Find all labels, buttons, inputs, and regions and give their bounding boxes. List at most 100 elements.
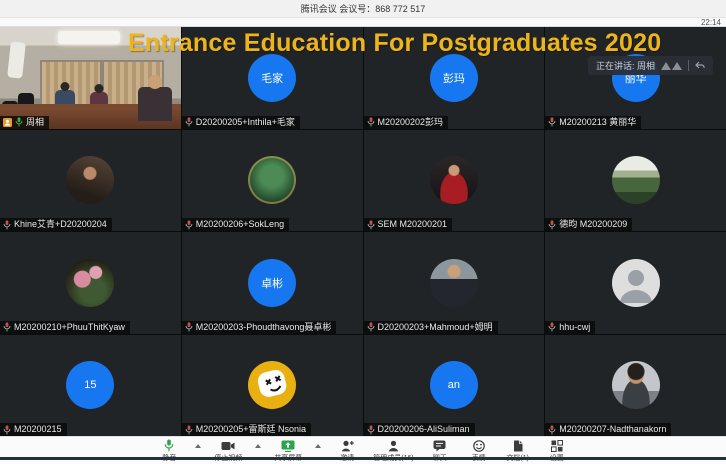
muted-mic-icon — [185, 322, 193, 332]
participant-tile[interactable]: an D20200206-AliSuliman — [364, 335, 545, 437]
status-strip: 22:14 — [0, 18, 726, 27]
participant-nameplate: D20200205+Inthila+毛家 — [182, 116, 300, 129]
muted-mic-icon — [367, 425, 375, 435]
active-speaker-toast: 正在讲话: 周相 — [588, 56, 713, 75]
muted-mic-icon — [367, 220, 375, 230]
ceiling-lamp — [58, 31, 120, 44]
participant-tile[interactable]: SEM M20200201 — [364, 130, 545, 232]
participant-name: M20200205+雷斯廷 Nsonia — [196, 424, 306, 435]
muted-mic-icon — [548, 322, 556, 332]
participant-nameplate: M20200210+PhuuThitKyaw — [0, 321, 130, 334]
members-icon — [388, 439, 399, 452]
participant-nameplate: M20200206+SokLeng — [182, 218, 289, 231]
participant-name: hhu-cwj — [559, 322, 590, 333]
participant-tile[interactable]: hhu-cwj — [545, 232, 726, 334]
muted-mic-icon — [548, 220, 556, 230]
participant-nameplate: M20200213 黄丽华 — [545, 116, 641, 129]
participant-nameplate: M20200203-Phoudthavong聂卓彬 — [182, 321, 337, 334]
participant-tile[interactable]: 15 M20200215 — [0, 335, 181, 437]
toast-divider — [688, 60, 689, 71]
emoji-icon — [473, 439, 485, 452]
participant-name: M20200215 — [14, 424, 62, 435]
window-titlebar[interactable]: 腾讯会议 会议号：868 772 517 — [0, 0, 726, 18]
muted-mic-icon — [367, 322, 375, 332]
muted-mic-icon — [185, 220, 193, 230]
speaker-peaks-icon — [661, 62, 682, 70]
participant-tile[interactable]: 卓彬 M20200203-Phoudthavong聂卓彬 — [182, 232, 363, 334]
avatar-initials: 毛家 — [248, 54, 296, 102]
share-screen-icon — [281, 439, 295, 452]
participant-name: D20200205+Inthila+毛家 — [196, 117, 295, 128]
participant-name: 周相 — [26, 117, 44, 128]
participant-name: Khine艾青+D20200204 — [14, 219, 107, 230]
participant-nameplate: D20200206-AliSuliman — [364, 423, 475, 436]
clock: 22:14 — [701, 18, 721, 27]
participant-name: M20200207-Nadthanakorn — [559, 424, 666, 435]
participant-tile[interactable]: M20200207-Nadthanakorn — [545, 335, 726, 437]
window-bottom-edge — [0, 457, 726, 460]
active-speaker-label: 正在讲话: 周相 — [596, 59, 655, 72]
muted-mic-icon — [548, 117, 556, 127]
mic-on-icon — [15, 117, 23, 127]
participant-tile[interactable]: 德昀 M20200209 — [545, 130, 726, 232]
video-options-caret[interactable] — [255, 444, 261, 448]
participant-grid: 周相 毛家 D20200205+Inthila+毛家 彭玛 M20200202彭… — [0, 27, 726, 436]
reply-arrow-icon[interactable] — [695, 61, 705, 70]
avatar-photo — [248, 156, 296, 204]
avatar-photo — [612, 361, 660, 409]
participant-nameplate: M20200202彭玛 — [364, 116, 449, 129]
meeting-window: 腾讯会议 会议号：868 772 517 22:14 Entrance Educ… — [0, 0, 726, 464]
participant-name: M20200206+SokLeng — [196, 219, 284, 230]
settings-grid-icon — [551, 439, 563, 452]
invite-person-icon — [341, 439, 354, 452]
participant-tile[interactable]: M20200210+PhuuThitKyaw — [0, 232, 181, 334]
muted-mic-icon — [3, 425, 11, 435]
participant-tile[interactable]: M20200205+雷斯廷 Nsonia — [182, 335, 363, 437]
chat-bubble-icon — [433, 439, 446, 452]
muted-mic-icon — [548, 425, 556, 435]
muted-mic-icon — [3, 322, 11, 332]
muted-mic-icon — [367, 117, 375, 127]
share-options-caret[interactable] — [315, 444, 321, 448]
document-icon — [513, 439, 523, 452]
muted-mic-icon — [185, 425, 193, 435]
participant-tile[interactable]: D20200203+Mahmoud+姆明 — [364, 232, 545, 334]
avatar-photo — [66, 156, 114, 204]
muted-mic-icon — [3, 220, 11, 230]
participant-name: M20200202彭玛 — [378, 117, 444, 128]
participant-name: D20200206-AliSuliman — [378, 424, 470, 435]
participant-nameplate: M20200207-Nadthanakorn — [545, 423, 671, 436]
person-silhouette — [138, 87, 172, 121]
air-conditioner — [7, 41, 26, 78]
participant-nameplate: M20200205+雷斯廷 Nsonia — [182, 423, 311, 436]
avatar-initials: 卓彬 — [248, 259, 296, 307]
participant-nameplate: 德昀 M20200209 — [545, 218, 632, 231]
avatar-photo — [430, 259, 478, 307]
avatar-silhouette — [612, 259, 660, 307]
participant-name: D20200203+Mahmoud+姆明 — [378, 322, 493, 333]
participant-tile[interactable]: Khine艾青+D20200204 — [0, 130, 181, 232]
avatar-photo — [430, 156, 478, 204]
participant-name: SEM M20200201 — [378, 219, 448, 230]
camera-icon — [221, 439, 235, 452]
avatar-initials: an — [430, 361, 478, 409]
participant-nameplate: D20200203+Mahmoud+姆明 — [364, 321, 498, 334]
avatar-photo — [66, 259, 114, 307]
muted-mic-icon — [185, 117, 193, 127]
participant-nameplate: M20200215 — [0, 423, 67, 436]
participant-nameplate: Khine艾青+D20200204 — [0, 218, 112, 231]
participant-name: M20200213 黄丽华 — [559, 117, 636, 128]
meeting-title: 腾讯会议 会议号：868 772 517 — [301, 2, 426, 15]
avatar-initials: 彭玛 — [430, 54, 478, 102]
avatar-initials: 15 — [66, 361, 114, 409]
participant-nameplate: SEM M20200201 — [364, 218, 453, 231]
banner-title: Entrance Education For Postgraduates 202… — [128, 29, 661, 58]
mic-options-caret[interactable] — [195, 444, 201, 448]
avatar-emoji — [248, 361, 296, 409]
participant-name: M20200210+PhuuThitKyaw — [14, 322, 125, 333]
participant-tile[interactable]: M20200206+SokLeng — [182, 130, 363, 232]
participant-nameplate: 周相 — [0, 116, 49, 129]
marshmallow-face-icon — [248, 361, 296, 409]
participant-nameplate: hhu-cwj — [545, 321, 595, 334]
host-badge-icon — [3, 118, 12, 127]
